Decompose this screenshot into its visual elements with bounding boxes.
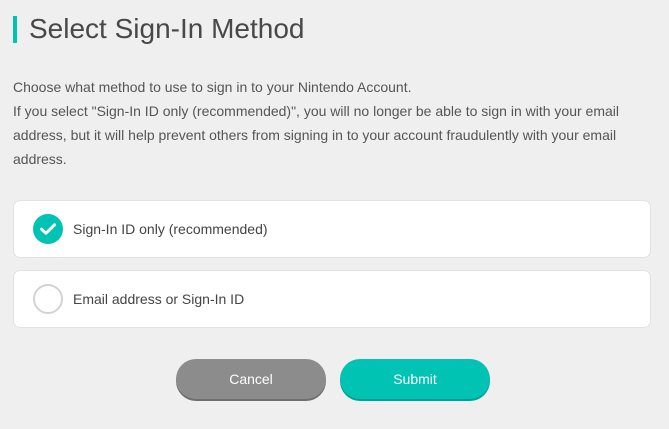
cancel-button[interactable]: Cancel bbox=[176, 359, 326, 399]
page-header: Select Sign-In Method bbox=[13, 13, 305, 44]
option-label: Sign-In ID only (recommended) bbox=[73, 221, 268, 237]
option-signin-id-only[interactable]: Sign-In ID only (recommended) bbox=[13, 200, 651, 258]
description-line-1: Choose what method to use to sign in to … bbox=[13, 79, 412, 95]
title-accent-bar bbox=[13, 15, 17, 43]
description: Choose what method to use to sign in to … bbox=[13, 75, 653, 171]
radio-empty-icon[interactable] bbox=[33, 284, 63, 314]
submit-button[interactable]: Submit bbox=[340, 359, 490, 399]
description-line-2: If you select "Sign-In ID only (recommen… bbox=[13, 103, 620, 167]
page-title: Select Sign-In Method bbox=[29, 13, 305, 44]
option-email-or-signin-id[interactable]: Email address or Sign-In ID bbox=[13, 270, 651, 328]
option-label: Email address or Sign-In ID bbox=[73, 291, 245, 307]
check-icon[interactable] bbox=[33, 214, 63, 244]
